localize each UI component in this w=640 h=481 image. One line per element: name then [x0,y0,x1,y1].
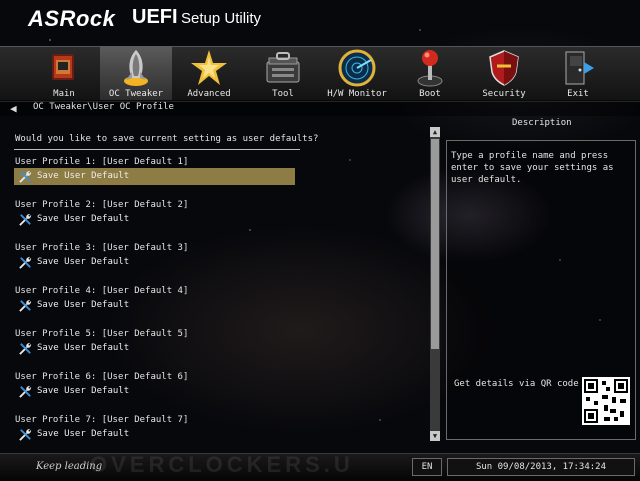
tab-main[interactable]: Main [28,46,100,100]
save-user-default-1[interactable]: Save User Default [14,168,295,185]
save-user-default-label: Save User Default [37,429,130,439]
profile-label: User Profile 3: [User Default 3] [15,243,189,253]
save-user-default-label: Save User Default [37,300,130,310]
tab-label: Main [53,89,75,99]
main-icon [52,54,74,80]
uefi-title: UEFI [132,6,178,28]
shield-icon [489,50,519,86]
tab-label: Exit [567,89,589,99]
tab-exit[interactable]: Exit [542,46,614,100]
breadcrumb: OC Tweaker\User OC Profile [33,102,174,112]
description-text: Type a profile name and press enter to s… [451,151,614,185]
save-user-default-3[interactable]: Save User Default [14,254,295,271]
save-user-default-6[interactable]: Save User Default [14,383,295,400]
star-burst-icon [191,50,227,85]
brand-logo: ASRock [28,6,116,31]
profile-label: User Profile 5: [User Default 5] [15,329,189,339]
wrench-screwdriver-icon [19,299,32,312]
wrench-screwdriver-icon [19,213,32,226]
save-user-default-2[interactable]: Save User Default [14,211,295,228]
profile-label: User Profile 4: [User Default 4] [15,286,189,296]
save-user-default-label: Save User Default [37,214,130,224]
tab-advanced[interactable]: Advanced [173,46,245,100]
profile-label: User Profile 2: [User Default 2] [15,200,189,210]
divider [14,149,300,150]
language-button[interactable]: EN [412,458,442,476]
tab-oc-tweaker[interactable]: OC Tweaker [100,46,172,100]
tab-tool[interactable]: Tool [247,46,319,100]
toolbox-icon [266,52,300,83]
wrench-screwdriver-icon [19,385,32,398]
tab-label: Security [482,89,526,99]
radar-icon [338,49,376,87]
setup-utility-title: Setup Utility [181,10,262,27]
joystick-icon [417,50,443,87]
description-title: Description [512,118,572,128]
qr-code-icon [582,377,630,425]
scrollbar-thumb[interactable] [431,139,439,349]
date-time-display: Sun 09/08/2013, 17:34:24 [447,458,635,476]
save-user-default-4[interactable]: Save User Default [14,297,295,314]
wrench-screwdriver-icon [19,342,32,355]
profile-label: User Profile 6: [User Default 6] [15,372,189,382]
qr-caption: Get details via QR code [454,379,579,389]
wrench-screwdriver-icon [19,170,32,183]
tab-label: OC Tweaker [108,89,164,99]
scroll-down-arrow-icon[interactable]: ▼ [430,431,440,441]
profile-label: User Profile 1: [User Default 1] [15,157,189,167]
tab-label: Advanced [187,89,231,99]
wrench-screwdriver-icon [19,256,32,269]
tab-label: Tool [272,89,294,99]
scrollbar[interactable]: ▲ ▼ [430,127,440,441]
save-user-default-label: Save User Default [37,257,130,267]
watermark: OVERCLOCKERS.U [90,452,354,477]
tab-security[interactable]: Security [468,46,540,100]
save-user-default-label: Save User Default [37,171,130,181]
profile-label: User Profile 7: [User Default 7] [15,415,189,425]
tab-label: H/W Monitor [327,89,387,99]
exit-door-icon [565,51,594,85]
save-user-default-label: Save User Default [37,343,130,353]
scroll-up-arrow-icon[interactable]: ▲ [430,127,440,137]
save-user-default-5[interactable]: Save User Default [14,340,295,357]
tab-boot[interactable]: Boot [394,46,466,100]
slogan: Keep leading [36,461,103,472]
tab-label: Boot [419,89,441,99]
save-question: Would you like to save current setting a… [15,134,319,144]
tab-hw-monitor[interactable]: H/W Monitor [321,46,393,100]
rocket-icon [124,50,148,86]
back-arrow-icon[interactable]: ◀ [10,102,17,115]
save-user-default-7[interactable]: Save User Default [14,426,295,443]
wrench-screwdriver-icon [19,428,32,441]
save-user-default-label: Save User Default [37,386,130,396]
